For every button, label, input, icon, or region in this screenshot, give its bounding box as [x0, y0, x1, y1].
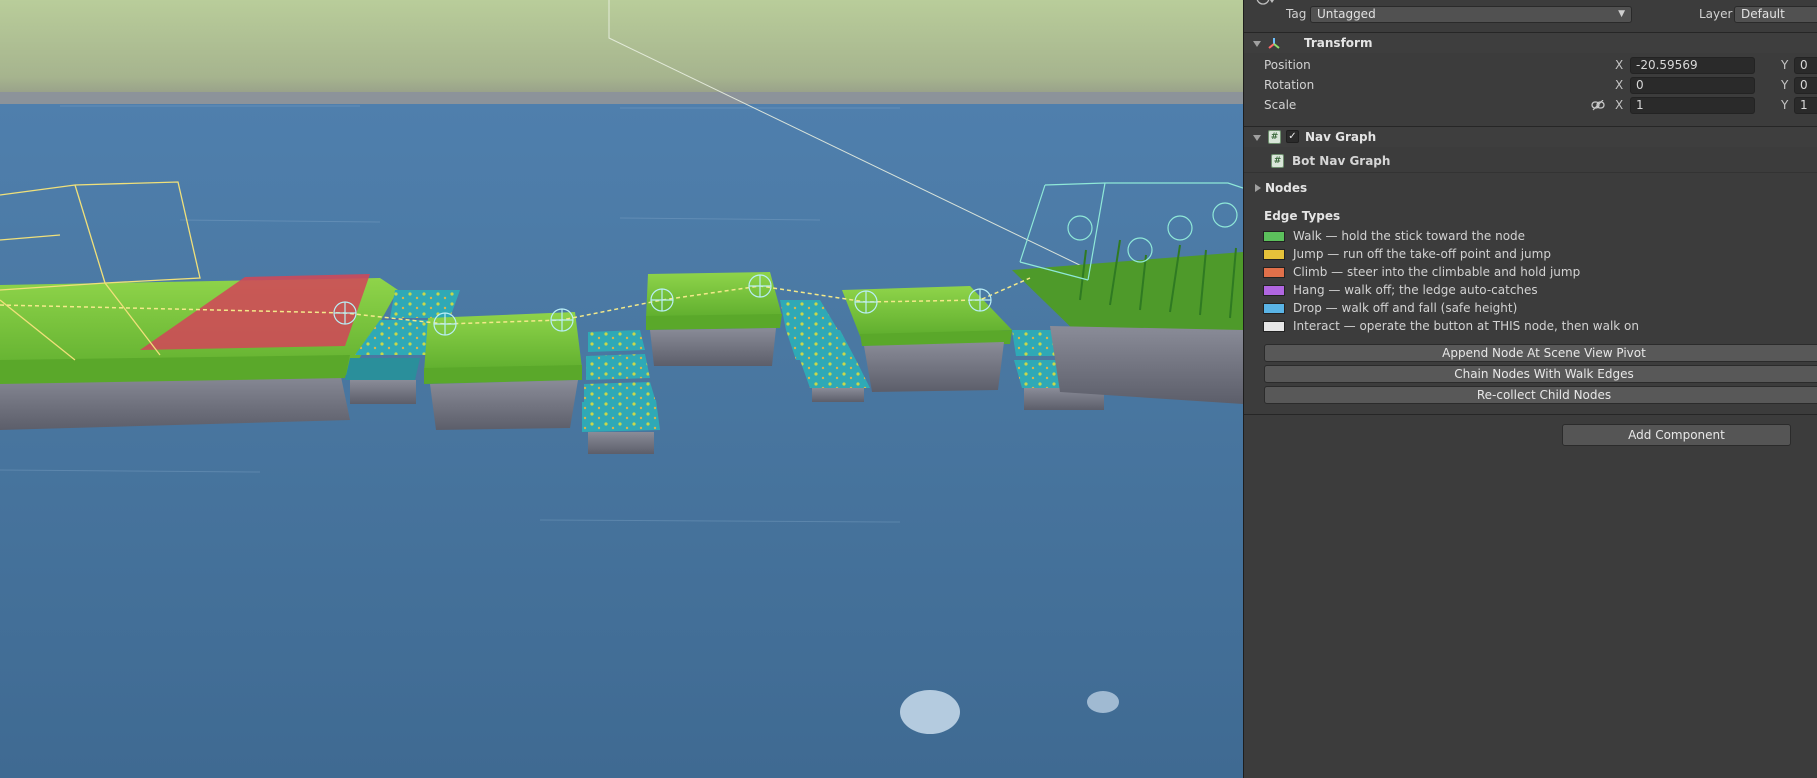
gameobject-icon[interactable] — [1254, 0, 1276, 10]
edge-type-climb: Climb — steer into the climbable and hol… — [1244, 265, 1817, 283]
edge-type-interact: Interact — operate the button at THIS no… — [1244, 319, 1817, 337]
divider — [1244, 414, 1817, 415]
nav-node[interactable] — [968, 288, 992, 312]
color-swatch — [1263, 231, 1285, 242]
scale-row: Scale X 1 Y 1 — [1244, 97, 1817, 115]
position-row: Position X -20.59569 Y 0 — [1244, 57, 1817, 75]
edge-type-label: Drop — walk off and fall (safe height) — [1293, 301, 1518, 315]
transform-header[interactable]: Transform — [1244, 33, 1817, 53]
transform-title: Transform — [1304, 36, 1373, 50]
rotation-row: Rotation X 0 Y 0 — [1244, 77, 1817, 95]
x-label: X — [1615, 98, 1624, 112]
chevron-down-icon[interactable] — [1253, 135, 1261, 141]
edge-types-title: Edge Types — [1264, 209, 1341, 223]
scale-label: Scale — [1264, 98, 1297, 112]
transform-axes-icon — [1268, 38, 1280, 49]
nav-node[interactable] — [854, 290, 878, 314]
divider — [1244, 172, 1817, 173]
nav-node[interactable] — [433, 312, 457, 336]
edge-type-label: Hang — walk off; the ledge auto-catches — [1293, 283, 1538, 297]
x-label: X — [1615, 78, 1624, 92]
link-icon[interactable] — [1591, 100, 1605, 111]
edge-type-label: Climb — steer into the climbable and hol… — [1293, 265, 1581, 279]
scale-y-field[interactable]: 1 — [1794, 97, 1817, 114]
component-enabled-checkbox[interactable]: ✓ — [1286, 130, 1299, 143]
cloud-reflection — [900, 690, 960, 734]
rotation-y-field[interactable]: 0 — [1794, 77, 1817, 94]
y-label: Y — [1781, 98, 1789, 112]
y-label: Y — [1781, 58, 1789, 72]
nodes-foldout[interactable]: Nodes — [1244, 180, 1817, 198]
script-name: Bot Nav Graph — [1292, 154, 1391, 168]
dropdown-caret-icon: ▼ — [1618, 9, 1625, 19]
color-swatch — [1263, 249, 1285, 260]
edge-type-hang: Hang — walk off; the ledge auto-catches — [1244, 283, 1817, 301]
rotation-label: Rotation — [1264, 78, 1315, 92]
nav-node[interactable] — [748, 274, 772, 298]
edge-type-jump: Jump — run off the take-off point and ju… — [1244, 247, 1817, 265]
script-row[interactable]: # Bot Nav Graph — [1244, 151, 1817, 171]
nav-node[interactable] — [550, 308, 574, 332]
edge-type-label: Interact — operate the button at THIS no… — [1293, 319, 1639, 333]
layer-label: Layer — [1699, 7, 1733, 21]
nav-graph-header[interactable]: # ✓ Nav Graph — [1244, 127, 1817, 147]
platform-mid-1[interactable] — [424, 312, 582, 430]
layer-dropdown[interactable]: Default — [1734, 6, 1817, 23]
edge-type-label: Walk — hold the stick toward the node — [1293, 229, 1526, 243]
recollect-nodes-button[interactable]: Re-collect Child Nodes — [1264, 386, 1817, 404]
script-icon: # — [1268, 130, 1281, 144]
inspector-panel: Tag Untagged ▼ Layer Default Transform P… — [1243, 0, 1817, 778]
color-swatch — [1263, 303, 1285, 314]
y-label: Y — [1781, 78, 1789, 92]
chevron-right-icon[interactable] — [1255, 184, 1261, 192]
rotation-x-field[interactable]: 0 — [1630, 77, 1755, 94]
position-y-field[interactable]: 0 — [1794, 57, 1817, 74]
nodes-label: Nodes — [1265, 181, 1308, 195]
add-component-button[interactable]: Add Component — [1562, 424, 1791, 446]
scale-x-field[interactable]: 1 — [1630, 97, 1755, 114]
tag-value: Untagged — [1317, 7, 1376, 21]
x-label: X — [1615, 58, 1624, 72]
chevron-down-icon[interactable] — [1253, 41, 1261, 47]
edge-type-drop: Drop — walk off and fall (safe height) — [1244, 301, 1817, 319]
tag-label: Tag — [1286, 7, 1307, 21]
script-icon: # — [1271, 154, 1284, 168]
position-label: Position — [1264, 58, 1311, 72]
append-node-button[interactable]: Append Node At Scene View Pivot — [1264, 344, 1817, 362]
chain-nodes-button[interactable]: Chain Nodes With Walk Edges — [1264, 365, 1817, 383]
nav-graph-title: Nav Graph — [1305, 130, 1377, 144]
edge-type-walk: Walk — hold the stick toward the node — [1244, 229, 1817, 247]
edge-type-label: Jump — run off the take-off point and ju… — [1293, 247, 1551, 261]
color-swatch — [1263, 285, 1285, 296]
tag-dropdown[interactable]: Untagged ▼ — [1310, 6, 1632, 23]
horizon-haze — [0, 92, 1243, 106]
nav-node[interactable] — [333, 301, 357, 325]
nav-node[interactable] — [650, 288, 674, 312]
position-x-field[interactable]: -20.59569 — [1630, 57, 1755, 74]
tag-layer-row: Tag Untagged ▼ Layer Default — [1244, 0, 1817, 28]
scene-view[interactable] — [0, 0, 1243, 778]
cloud-reflection — [1087, 691, 1119, 713]
layer-value: Default — [1741, 7, 1785, 21]
color-swatch — [1263, 321, 1285, 332]
scene-viewport[interactable] — [0, 0, 1243, 778]
color-swatch — [1263, 267, 1285, 278]
